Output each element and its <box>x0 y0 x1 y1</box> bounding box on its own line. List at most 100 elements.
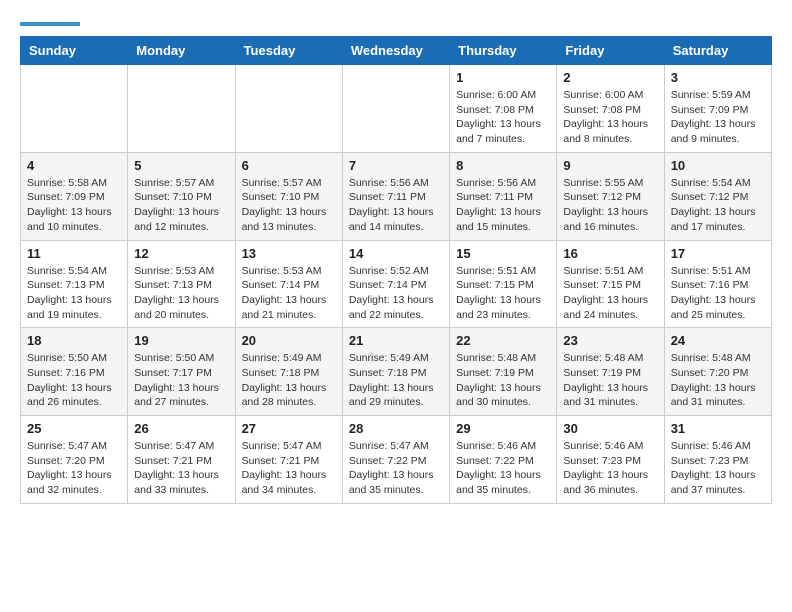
day-number: 15 <box>456 246 550 261</box>
day-info: Sunrise: 5:51 AM Sunset: 7:15 PM Dayligh… <box>563 264 657 323</box>
calendar-day-30: 30 Sunrise: 5:46 AM Sunset: 7:23 PM Dayli… <box>557 416 664 504</box>
page-header <box>20 20 772 26</box>
day-number: 30 <box>563 421 657 436</box>
day-number: 31 <box>671 421 765 436</box>
calendar-day-5: 5 Sunrise: 5:57 AM Sunset: 7:10 PM Daylig… <box>128 152 235 240</box>
calendar-day-20: 20 Sunrise: 5:49 AM Sunset: 7:18 PM Dayli… <box>235 328 342 416</box>
day-number: 20 <box>242 333 336 348</box>
day-info: Sunrise: 5:54 AM Sunset: 7:13 PM Dayligh… <box>27 264 121 323</box>
calendar-day-25: 25 Sunrise: 5:47 AM Sunset: 7:20 PM Dayli… <box>21 416 128 504</box>
day-info: Sunrise: 5:53 AM Sunset: 7:14 PM Dayligh… <box>242 264 336 323</box>
day-number: 29 <box>456 421 550 436</box>
day-info: Sunrise: 5:48 AM Sunset: 7:19 PM Dayligh… <box>563 351 657 410</box>
day-number: 17 <box>671 246 765 261</box>
day-info: Sunrise: 5:49 AM Sunset: 7:18 PM Dayligh… <box>242 351 336 410</box>
day-number: 10 <box>671 158 765 173</box>
day-number: 25 <box>27 421 121 436</box>
day-number: 7 <box>349 158 443 173</box>
day-info: Sunrise: 5:48 AM Sunset: 7:20 PM Dayligh… <box>671 351 765 410</box>
calendar-day-15: 15 Sunrise: 5:51 AM Sunset: 7:15 PM Dayli… <box>450 240 557 328</box>
day-info: Sunrise: 5:55 AM Sunset: 7:12 PM Dayligh… <box>563 176 657 235</box>
calendar-empty-cell <box>342 65 449 153</box>
day-info: Sunrise: 5:57 AM Sunset: 7:10 PM Dayligh… <box>134 176 228 235</box>
day-info: Sunrise: 5:46 AM Sunset: 7:22 PM Dayligh… <box>456 439 550 498</box>
day-info: Sunrise: 5:50 AM Sunset: 7:16 PM Dayligh… <box>27 351 121 410</box>
calendar-day-29: 29 Sunrise: 5:46 AM Sunset: 7:22 PM Dayli… <box>450 416 557 504</box>
calendar-week-row: 4Sunrise: 5:58 AM Sunset: 7:09 PM Daylig… <box>21 152 772 240</box>
day-info: Sunrise: 5:46 AM Sunset: 7:23 PM Dayligh… <box>671 439 765 498</box>
calendar-day-31: 31 Sunrise: 5:46 AM Sunset: 7:23 PM Dayli… <box>664 416 771 504</box>
day-info: Sunrise: 5:48 AM Sunset: 7:19 PM Dayligh… <box>456 351 550 410</box>
day-number: 3 <box>671 70 765 85</box>
day-info: Sunrise: 5:47 AM Sunset: 7:21 PM Dayligh… <box>242 439 336 498</box>
calendar-week-row: 1 Sunrise: 6:00 AM Sunset: 7:08 PM Daylig… <box>21 65 772 153</box>
day-number: 9 <box>563 158 657 173</box>
day-info: Sunrise: 5:51 AM Sunset: 7:15 PM Dayligh… <box>456 264 550 323</box>
day-number: 1 <box>456 70 550 85</box>
logo-bar <box>20 22 80 26</box>
day-number: 6 <box>242 158 336 173</box>
calendar-day-16: 16Sunrise: 5:51 AM Sunset: 7:15 PM Dayli… <box>557 240 664 328</box>
day-info: Sunrise: 5:59 AM Sunset: 7:09 PM Dayligh… <box>671 88 765 147</box>
day-info: Sunrise: 5:49 AM Sunset: 7:18 PM Dayligh… <box>349 351 443 410</box>
day-number: 5 <box>134 158 228 173</box>
day-info: Sunrise: 5:56 AM Sunset: 7:11 PM Dayligh… <box>456 176 550 235</box>
calendar-week-row: 25 Sunrise: 5:47 AM Sunset: 7:20 PM Dayli… <box>21 416 772 504</box>
day-number: 8 <box>456 158 550 173</box>
day-info: Sunrise: 5:52 AM Sunset: 7:14 PM Dayligh… <box>349 264 443 323</box>
day-info: Sunrise: 5:47 AM Sunset: 7:20 PM Dayligh… <box>27 439 121 498</box>
logo <box>20 20 80 26</box>
calendar-day-7: 7 Sunrise: 5:56 AM Sunset: 7:11 PM Daylig… <box>342 152 449 240</box>
calendar-day-1: 1Sunrise: 6:00 AM Sunset: 7:08 PM Daylig… <box>450 65 557 153</box>
day-number: 13 <box>242 246 336 261</box>
day-info: Sunrise: 5:50 AM Sunset: 7:17 PM Dayligh… <box>134 351 228 410</box>
day-number: 12 <box>134 246 228 261</box>
weekday-header-sunday: Sunday <box>21 37 128 65</box>
weekday-header-saturday: Saturday <box>664 37 771 65</box>
calendar-day-8: 8 Sunrise: 5:56 AM Sunset: 7:11 PM Daylig… <box>450 152 557 240</box>
calendar-day-22: 22 Sunrise: 5:48 AM Sunset: 7:19 PM Dayli… <box>450 328 557 416</box>
weekday-header-tuesday: Tuesday <box>235 37 342 65</box>
day-number: 22 <box>456 333 550 348</box>
day-number: 11 <box>27 246 121 261</box>
calendar-table: SundayMondayTuesdayWednesdayThursdayFrid… <box>20 36 772 504</box>
calendar-day-11: 11 Sunrise: 5:54 AM Sunset: 7:13 PM Dayli… <box>21 240 128 328</box>
weekday-header-wednesday: Wednesday <box>342 37 449 65</box>
day-number: 28 <box>349 421 443 436</box>
day-number: 27 <box>242 421 336 436</box>
weekday-header-monday: Monday <box>128 37 235 65</box>
calendar-week-row: 11 Sunrise: 5:54 AM Sunset: 7:13 PM Dayli… <box>21 240 772 328</box>
calendar-week-row: 18 Sunrise: 5:50 AM Sunset: 7:16 PM Dayli… <box>21 328 772 416</box>
calendar-day-19: 19 Sunrise: 5:50 AM Sunset: 7:17 PM Dayli… <box>128 328 235 416</box>
weekday-header-thursday: Thursday <box>450 37 557 65</box>
day-info: Sunrise: 5:58 AM Sunset: 7:09 PM Dayligh… <box>27 176 121 235</box>
day-number: 19 <box>134 333 228 348</box>
calendar-day-28: 28 Sunrise: 5:47 AM Sunset: 7:22 PM Dayli… <box>342 416 449 504</box>
day-number: 14 <box>349 246 443 261</box>
day-info: Sunrise: 5:46 AM Sunset: 7:23 PM Dayligh… <box>563 439 657 498</box>
day-number: 24 <box>671 333 765 348</box>
day-number: 21 <box>349 333 443 348</box>
calendar-day-4: 4Sunrise: 5:58 AM Sunset: 7:09 PM Daylig… <box>21 152 128 240</box>
calendar-day-9: 9 Sunrise: 5:55 AM Sunset: 7:12 PM Daylig… <box>557 152 664 240</box>
day-info: Sunrise: 5:53 AM Sunset: 7:13 PM Dayligh… <box>134 264 228 323</box>
calendar-day-12: 12 Sunrise: 5:53 AM Sunset: 7:13 PM Dayli… <box>128 240 235 328</box>
day-number: 2 <box>563 70 657 85</box>
day-info: Sunrise: 5:47 AM Sunset: 7:21 PM Dayligh… <box>134 439 228 498</box>
weekday-header-friday: Friday <box>557 37 664 65</box>
calendar-day-26: 26Sunrise: 5:47 AM Sunset: 7:21 PM Dayli… <box>128 416 235 504</box>
day-info: Sunrise: 5:56 AM Sunset: 7:11 PM Dayligh… <box>349 176 443 235</box>
calendar-empty-cell <box>235 65 342 153</box>
calendar-day-3: 3 Sunrise: 5:59 AM Sunset: 7:09 PM Daylig… <box>664 65 771 153</box>
calendar-day-17: 17Sunrise: 5:51 AM Sunset: 7:16 PM Dayli… <box>664 240 771 328</box>
calendar-day-14: 14 Sunrise: 5:52 AM Sunset: 7:14 PM Dayli… <box>342 240 449 328</box>
calendar-day-10: 10Sunrise: 5:54 AM Sunset: 7:12 PM Dayli… <box>664 152 771 240</box>
day-info: Sunrise: 6:00 AM Sunset: 7:08 PM Dayligh… <box>563 88 657 147</box>
day-info: Sunrise: 5:57 AM Sunset: 7:10 PM Dayligh… <box>242 176 336 235</box>
calendar-day-2: 2 Sunrise: 6:00 AM Sunset: 7:08 PM Daylig… <box>557 65 664 153</box>
day-info: Sunrise: 5:47 AM Sunset: 7:22 PM Dayligh… <box>349 439 443 498</box>
calendar-empty-cell <box>128 65 235 153</box>
calendar-day-13: 13 Sunrise: 5:53 AM Sunset: 7:14 PM Dayli… <box>235 240 342 328</box>
calendar-day-27: 27 Sunrise: 5:47 AM Sunset: 7:21 PM Dayli… <box>235 416 342 504</box>
day-number: 18 <box>27 333 121 348</box>
